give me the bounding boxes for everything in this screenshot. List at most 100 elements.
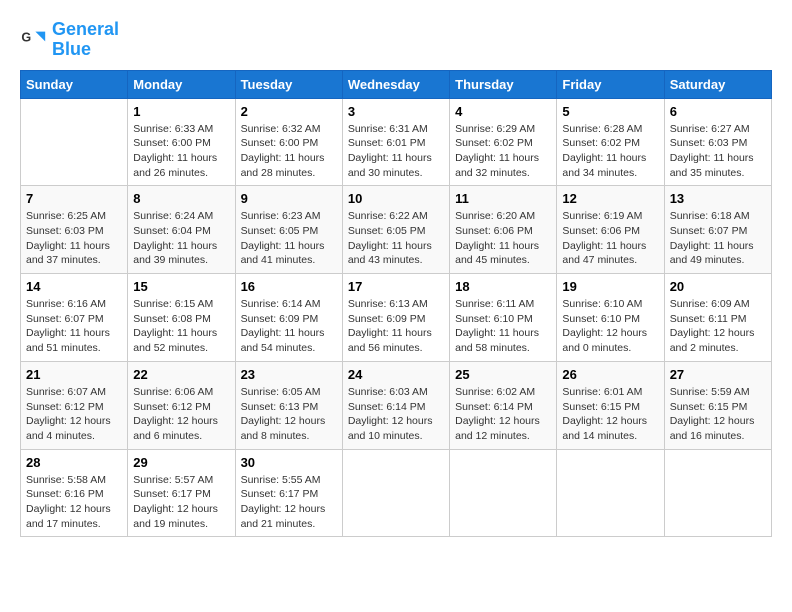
calendar-week-4: 21Sunrise: 6:07 AM Sunset: 6:12 PM Dayli…	[21, 361, 772, 449]
calendar-cell: 24 Sunrise: 6:03 AM Sunset: 6:14 PM Dayli…	[342, 361, 449, 449]
page-header: G GeneralBlue	[20, 20, 772, 60]
day-number: 16	[241, 279, 337, 294]
calendar-cell	[664, 449, 771, 537]
day-number: 8	[133, 191, 229, 206]
day-info: Sunrise: 6:25 AM Sunset: 6:03 PM Dayligh…	[26, 209, 122, 268]
day-number: 6	[670, 104, 766, 119]
day-info: Sunrise: 6:16 AM Sunset: 6:07 PM Dayligh…	[26, 297, 122, 356]
day-info: Sunrise: 6:18 AM Sunset: 6:07 PM Dayligh…	[670, 209, 766, 268]
calendar-cell: 25 Sunrise: 6:02 AM Sunset: 6:14 PM Dayli…	[450, 361, 557, 449]
calendar-cell: 28 Sunrise: 5:58 AM Sunset: 6:16 PM Dayli…	[21, 449, 128, 537]
day-info: Sunrise: 6:28 AM Sunset: 6:02 PM Dayligh…	[562, 122, 658, 181]
day-info: Sunrise: 6:29 AM Sunset: 6:02 PM Dayligh…	[455, 122, 551, 181]
day-info: Sunrise: 6:13 AM Sunset: 6:09 PM Dayligh…	[348, 297, 444, 356]
day-number: 23	[241, 367, 337, 382]
day-number: 14	[26, 279, 122, 294]
day-info: Sunrise: 5:58 AM Sunset: 6:16 PM Dayligh…	[26, 473, 122, 532]
calendar-cell: 12Sunrise: 6:19 AM Sunset: 6:06 PM Dayli…	[557, 186, 664, 274]
calendar-week-2: 7 Sunrise: 6:25 AM Sunset: 6:03 PM Daylig…	[21, 186, 772, 274]
calendar-cell: 21Sunrise: 6:07 AM Sunset: 6:12 PM Dayli…	[21, 361, 128, 449]
calendar-table: SundayMondayTuesdayWednesdayThursdayFrid…	[20, 70, 772, 538]
calendar-cell	[21, 98, 128, 186]
calendar-cell: 11Sunrise: 6:20 AM Sunset: 6:06 PM Dayli…	[450, 186, 557, 274]
day-number: 22	[133, 367, 229, 382]
calendar-cell: 1 Sunrise: 6:33 AM Sunset: 6:00 PM Daylig…	[128, 98, 235, 186]
column-header-thursday: Thursday	[450, 70, 557, 98]
calendar-cell: 19Sunrise: 6:10 AM Sunset: 6:10 PM Dayli…	[557, 274, 664, 362]
day-number: 7	[26, 191, 122, 206]
calendar-cell: 4 Sunrise: 6:29 AM Sunset: 6:02 PM Daylig…	[450, 98, 557, 186]
day-number: 29	[133, 455, 229, 470]
day-number: 4	[455, 104, 551, 119]
logo: G GeneralBlue	[20, 20, 119, 60]
calendar-cell: 2Sunrise: 6:32 AM Sunset: 6:00 PM Daylig…	[235, 98, 342, 186]
day-info: Sunrise: 5:57 AM Sunset: 6:17 PM Dayligh…	[133, 473, 229, 532]
day-info: Sunrise: 6:09 AM Sunset: 6:11 PM Dayligh…	[670, 297, 766, 356]
day-number: 2	[241, 104, 337, 119]
calendar-cell: 29 Sunrise: 5:57 AM Sunset: 6:17 PM Dayli…	[128, 449, 235, 537]
svg-text:G: G	[21, 30, 31, 44]
calendar-cell: 17Sunrise: 6:13 AM Sunset: 6:09 PM Dayli…	[342, 274, 449, 362]
calendar-week-5: 28 Sunrise: 5:58 AM Sunset: 6:16 PM Dayli…	[21, 449, 772, 537]
day-info: Sunrise: 6:24 AM Sunset: 6:04 PM Dayligh…	[133, 209, 229, 268]
logo-icon: G	[20, 26, 48, 54]
day-number: 28	[26, 455, 122, 470]
day-info: Sunrise: 5:55 AM Sunset: 6:17 PM Dayligh…	[241, 473, 337, 532]
day-number: 25	[455, 367, 551, 382]
calendar-cell: 18 Sunrise: 6:11 AM Sunset: 6:10 PM Dayli…	[450, 274, 557, 362]
day-info: Sunrise: 6:33 AM Sunset: 6:00 PM Dayligh…	[133, 122, 229, 181]
calendar-week-3: 14 Sunrise: 6:16 AM Sunset: 6:07 PM Dayli…	[21, 274, 772, 362]
logo-text: GeneralBlue	[52, 20, 119, 60]
calendar-cell: 7 Sunrise: 6:25 AM Sunset: 6:03 PM Daylig…	[21, 186, 128, 274]
day-number: 20	[670, 279, 766, 294]
day-number: 15	[133, 279, 229, 294]
day-info: Sunrise: 6:02 AM Sunset: 6:14 PM Dayligh…	[455, 385, 551, 444]
day-number: 18	[455, 279, 551, 294]
calendar-cell	[557, 449, 664, 537]
day-info: Sunrise: 6:14 AM Sunset: 6:09 PM Dayligh…	[241, 297, 337, 356]
column-header-sunday: Sunday	[21, 70, 128, 98]
calendar-cell: 27Sunrise: 5:59 AM Sunset: 6:15 PM Dayli…	[664, 361, 771, 449]
day-info: Sunrise: 6:15 AM Sunset: 6:08 PM Dayligh…	[133, 297, 229, 356]
column-header-wednesday: Wednesday	[342, 70, 449, 98]
calendar-header-row: SundayMondayTuesdayWednesdayThursdayFrid…	[21, 70, 772, 98]
day-info: Sunrise: 6:20 AM Sunset: 6:06 PM Dayligh…	[455, 209, 551, 268]
day-info: Sunrise: 6:05 AM Sunset: 6:13 PM Dayligh…	[241, 385, 337, 444]
day-info: Sunrise: 6:27 AM Sunset: 6:03 PM Dayligh…	[670, 122, 766, 181]
calendar-cell: 14 Sunrise: 6:16 AM Sunset: 6:07 PM Dayli…	[21, 274, 128, 362]
day-number: 12	[562, 191, 658, 206]
day-number: 5	[562, 104, 658, 119]
calendar-cell: 23 Sunrise: 6:05 AM Sunset: 6:13 PM Dayli…	[235, 361, 342, 449]
calendar-cell: 15 Sunrise: 6:15 AM Sunset: 6:08 PM Dayli…	[128, 274, 235, 362]
day-info: Sunrise: 6:03 AM Sunset: 6:14 PM Dayligh…	[348, 385, 444, 444]
calendar-cell: 16 Sunrise: 6:14 AM Sunset: 6:09 PM Dayli…	[235, 274, 342, 362]
day-number: 10	[348, 191, 444, 206]
day-number: 27	[670, 367, 766, 382]
calendar-cell: 20 Sunrise: 6:09 AM Sunset: 6:11 PM Dayli…	[664, 274, 771, 362]
day-info: Sunrise: 6:07 AM Sunset: 6:12 PM Dayligh…	[26, 385, 122, 444]
calendar-cell: 30 Sunrise: 5:55 AM Sunset: 6:17 PM Dayli…	[235, 449, 342, 537]
calendar-cell: 10 Sunrise: 6:22 AM Sunset: 6:05 PM Dayli…	[342, 186, 449, 274]
day-number: 3	[348, 104, 444, 119]
calendar-week-1: 1 Sunrise: 6:33 AM Sunset: 6:00 PM Daylig…	[21, 98, 772, 186]
calendar-cell	[450, 449, 557, 537]
day-number: 26	[562, 367, 658, 382]
day-info: Sunrise: 6:11 AM Sunset: 6:10 PM Dayligh…	[455, 297, 551, 356]
calendar-cell: 6 Sunrise: 6:27 AM Sunset: 6:03 PM Daylig…	[664, 98, 771, 186]
day-number: 9	[241, 191, 337, 206]
day-number: 30	[241, 455, 337, 470]
calendar-cell: 9 Sunrise: 6:23 AM Sunset: 6:05 PM Daylig…	[235, 186, 342, 274]
column-header-tuesday: Tuesday	[235, 70, 342, 98]
calendar-cell: 3 Sunrise: 6:31 AM Sunset: 6:01 PM Daylig…	[342, 98, 449, 186]
calendar-cell	[342, 449, 449, 537]
day-info: Sunrise: 6:10 AM Sunset: 6:10 PM Dayligh…	[562, 297, 658, 356]
column-header-friday: Friday	[557, 70, 664, 98]
day-info: Sunrise: 6:06 AM Sunset: 6:12 PM Dayligh…	[133, 385, 229, 444]
day-info: Sunrise: 6:31 AM Sunset: 6:01 PM Dayligh…	[348, 122, 444, 181]
calendar-cell: 22 Sunrise: 6:06 AM Sunset: 6:12 PM Dayli…	[128, 361, 235, 449]
day-number: 1	[133, 104, 229, 119]
day-info: Sunrise: 6:23 AM Sunset: 6:05 PM Dayligh…	[241, 209, 337, 268]
day-info: Sunrise: 6:22 AM Sunset: 6:05 PM Dayligh…	[348, 209, 444, 268]
day-number: 24	[348, 367, 444, 382]
calendar-cell: 26Sunrise: 6:01 AM Sunset: 6:15 PM Dayli…	[557, 361, 664, 449]
